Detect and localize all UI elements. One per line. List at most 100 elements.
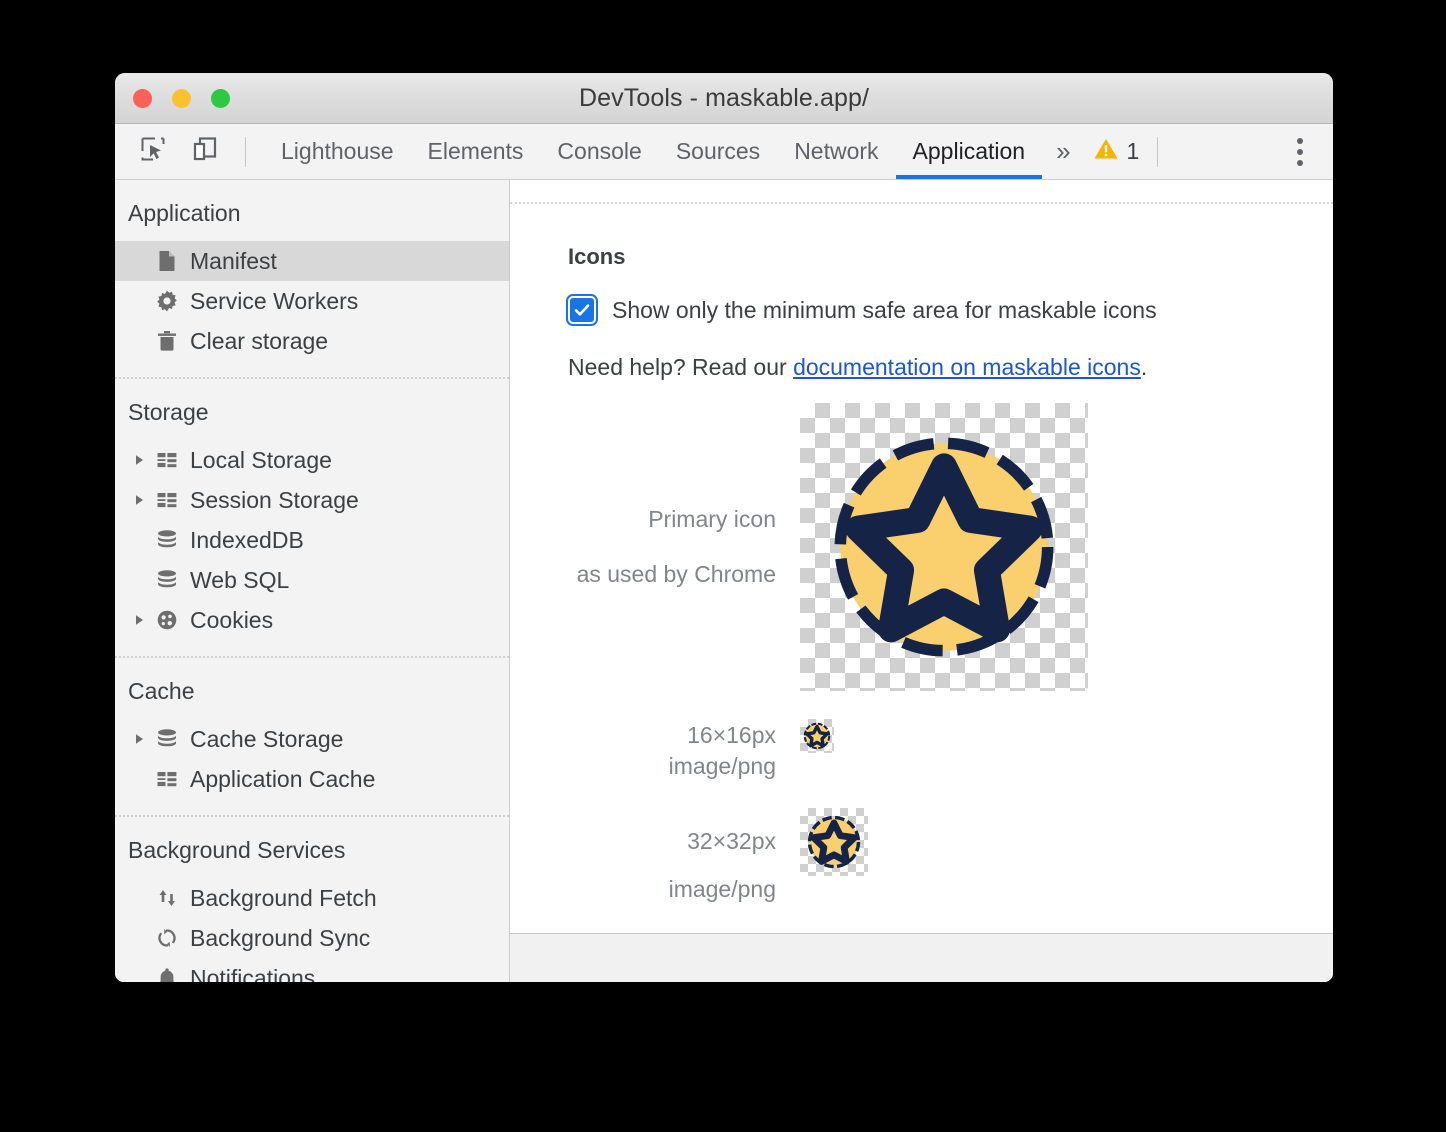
sidebar-item-label: Clear storage bbox=[190, 330, 328, 353]
expand-arrow-icon[interactable] bbox=[128, 613, 150, 627]
more-tabs-button[interactable]: » bbox=[1042, 124, 1082, 179]
expand-arrow-icon[interactable] bbox=[128, 453, 150, 467]
table-icon bbox=[150, 767, 184, 791]
expand-arrow-icon[interactable] bbox=[128, 493, 150, 507]
sidebar-item-label: Service Workers bbox=[190, 290, 358, 313]
maskable-safe-area-row[interactable]: Show only the minimum safe area for mask… bbox=[568, 296, 1333, 324]
sidebar-item-background-fetch[interactable]: Background Fetch bbox=[115, 878, 509, 918]
sidebar-item-manifest[interactable]: Manifest bbox=[115, 241, 509, 281]
sidebar-item-label: Application Cache bbox=[190, 768, 375, 791]
icon-preview-16 bbox=[800, 719, 834, 753]
up-down-arrows-icon bbox=[150, 886, 184, 910]
toolbar-right-group bbox=[1281, 124, 1333, 179]
toolbar-divider bbox=[245, 137, 246, 167]
window-title: DevTools - maskable.app/ bbox=[115, 73, 1333, 123]
tab-sources[interactable]: Sources bbox=[659, 124, 777, 179]
maskable-star-icon bbox=[800, 403, 1088, 691]
sidebar-section-background-services: Background Services Background Fetch bbox=[115, 817, 509, 982]
sidebar-heading-storage: Storage bbox=[115, 379, 509, 440]
maskable-safe-area-checkbox[interactable] bbox=[568, 296, 596, 324]
sidebar-item-indexeddb[interactable]: IndexedDB bbox=[115, 520, 509, 560]
tab-application[interactable]: Application bbox=[896, 124, 1043, 179]
icon-caption-line1: 32×32px bbox=[687, 828, 776, 854]
maskable-docs-link[interactable]: documentation on maskable icons bbox=[793, 354, 1141, 380]
inspect-element-button[interactable] bbox=[133, 132, 173, 172]
icon-meta-row-32: image/png bbox=[568, 876, 1333, 903]
sidebar-item-label: Session Storage bbox=[190, 489, 359, 512]
warning-count: 1 bbox=[1127, 138, 1140, 165]
screenshot-root: DevTools - maskable.app/ bbox=[0, 0, 1446, 1132]
document-icon bbox=[150, 249, 184, 273]
help-text-suffix: . bbox=[1141, 354, 1147, 380]
checkmark-icon bbox=[573, 301, 591, 319]
gear-icon bbox=[150, 289, 184, 313]
icon-caption-32: 32×32px bbox=[568, 825, 800, 858]
sidebar-item-label: IndexedDB bbox=[190, 529, 304, 552]
icon-mime-32: image/png bbox=[568, 876, 800, 903]
bell-icon bbox=[150, 966, 184, 982]
panel-tabs: Lighthouse Elements Console Sources Netw… bbox=[264, 124, 1083, 179]
section-title-icons: Icons bbox=[568, 244, 1333, 270]
sidebar-item-service-workers[interactable]: Service Workers bbox=[115, 281, 509, 321]
maskable-star-icon bbox=[800, 808, 868, 876]
icon-row-16: 16×16px bbox=[568, 719, 1333, 753]
tab-elements[interactable]: Elements bbox=[411, 124, 541, 179]
devtools-body: Application Manifest bbox=[115, 180, 1333, 982]
devtools-toolbar: Lighthouse Elements Console Sources Netw… bbox=[115, 124, 1333, 180]
warnings-indicator[interactable]: 1 bbox=[1083, 124, 1150, 179]
sidebar-item-cache-storage[interactable]: Cache Storage bbox=[115, 719, 509, 759]
cookie-icon bbox=[150, 608, 184, 632]
tab-console[interactable]: Console bbox=[540, 124, 658, 179]
spacer bbox=[568, 780, 1333, 808]
maskable-star-icon bbox=[800, 719, 834, 753]
icon-caption-line2: as used by Chrome bbox=[568, 558, 776, 591]
database-icon bbox=[150, 727, 184, 751]
sidebar-item-label: Cookies bbox=[190, 609, 273, 632]
traffic-light-buttons bbox=[133, 73, 230, 123]
sidebar-item-application-cache[interactable]: Application Cache bbox=[115, 759, 509, 799]
warning-triangle-icon bbox=[1093, 136, 1119, 167]
sidebar-item-clear-storage[interactable]: Clear storage bbox=[115, 321, 509, 361]
panel-footer-bar bbox=[510, 933, 1333, 982]
sidebar-item-notifications[interactable]: Notifications bbox=[115, 958, 509, 982]
sync-refresh-icon bbox=[150, 926, 184, 950]
sidebar-section-cache: Cache Cache Storage bbox=[115, 658, 509, 817]
sidebar-section-application: Application Manifest bbox=[115, 180, 509, 379]
sidebar-item-session-storage[interactable]: Session Storage bbox=[115, 480, 509, 520]
icon-meta-row-16: image/png bbox=[568, 753, 1333, 780]
sidebar-item-local-storage[interactable]: Local Storage bbox=[115, 440, 509, 480]
device-toolbar-icon bbox=[192, 136, 218, 167]
sidebar-item-label: Background Fetch bbox=[190, 887, 377, 910]
manifest-icons-section: Icons Show only the minimum safe area fo… bbox=[510, 204, 1333, 933]
database-icon bbox=[150, 528, 184, 552]
close-window-button[interactable] bbox=[133, 89, 152, 108]
icon-preview-32 bbox=[800, 808, 868, 876]
sidebar-section-storage: Storage bbox=[115, 379, 509, 658]
icon-mime-16: image/png bbox=[568, 753, 800, 780]
table-icon bbox=[150, 488, 184, 512]
sidebar-item-label: Local Storage bbox=[190, 449, 332, 472]
sidebar-heading-background-services: Background Services bbox=[115, 817, 509, 878]
sidebar-item-label: Background Sync bbox=[190, 927, 370, 950]
icon-row-32: 32×32px bbox=[568, 808, 1333, 876]
sidebar-item-cookies[interactable]: Cookies bbox=[115, 600, 509, 640]
expand-arrow-icon[interactable] bbox=[128, 732, 150, 746]
icon-caption-16: 16×16px bbox=[568, 719, 800, 752]
icon-preview-primary bbox=[800, 403, 1088, 691]
sidebar-heading-cache: Cache bbox=[115, 658, 509, 719]
sidebar-heading-application: Application bbox=[115, 180, 509, 241]
application-sidebar[interactable]: Application Manifest bbox=[115, 180, 510, 982]
sidebar-item-web-sql[interactable]: Web SQL bbox=[115, 560, 509, 600]
toggle-device-toolbar-button[interactable] bbox=[185, 132, 225, 172]
sidebar-item-label: Manifest bbox=[190, 250, 277, 273]
help-text-row: Need help? Read our documentation on mas… bbox=[568, 354, 1333, 381]
tab-lighthouse[interactable]: Lighthouse bbox=[264, 124, 411, 179]
maskable-safe-area-label: Show only the minimum safe area for mask… bbox=[612, 297, 1157, 324]
trash-icon bbox=[150, 329, 184, 353]
more-options-icon[interactable] bbox=[1281, 133, 1319, 171]
zoom-window-button[interactable] bbox=[211, 89, 230, 108]
sidebar-item-background-sync[interactable]: Background Sync bbox=[115, 918, 509, 958]
minimize-window-button[interactable] bbox=[172, 89, 191, 108]
toolbar-divider-right bbox=[1157, 137, 1158, 167]
tab-network[interactable]: Network bbox=[777, 124, 895, 179]
